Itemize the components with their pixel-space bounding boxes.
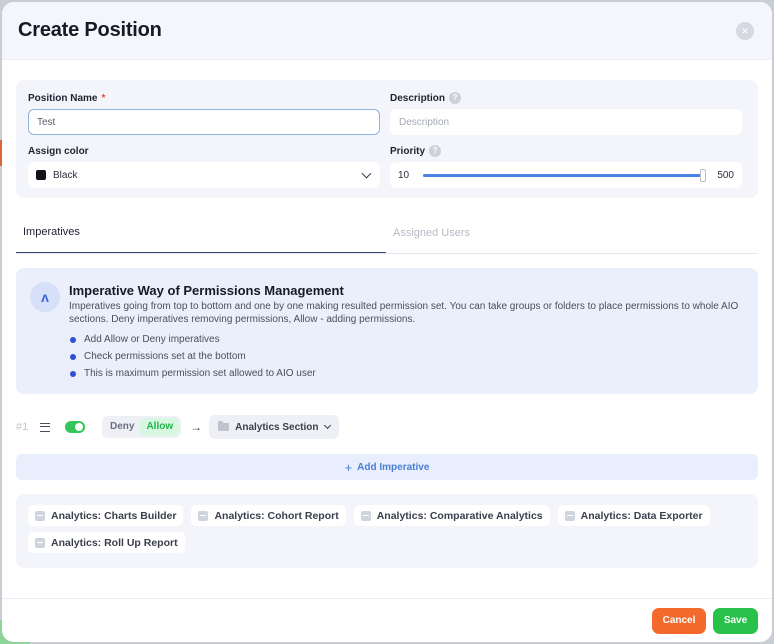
add-imperative-label: Add Imperative	[357, 461, 430, 473]
chevron-down-icon	[361, 168, 372, 179]
priority-slider-handle[interactable]	[700, 168, 707, 182]
drag-handle-icon[interactable]	[40, 422, 50, 432]
required-mark: *	[101, 92, 106, 104]
imperative-enabled-toggle[interactable]	[65, 421, 85, 433]
color-swatch	[36, 170, 46, 180]
position-name-label-text: Position Name	[28, 92, 98, 104]
priority-slider-box: 10 500	[390, 162, 742, 188]
help-icon[interactable]: ?	[429, 145, 442, 157]
permission-chip: Analytics: Comparative Analytics	[353, 505, 550, 526]
description-label: Description ?	[390, 92, 742, 104]
permission-chip: Analytics: Data Exporter	[557, 505, 710, 526]
permission-icon	[360, 510, 371, 521]
allow-option[interactable]: Allow	[140, 418, 180, 436]
assign-color-group: Assign color Black	[28, 145, 380, 188]
permission-label: Analytics: Data Exporter	[580, 509, 703, 522]
bullet-icon	[70, 353, 76, 360]
deny-allow-switch: Deny Allow	[102, 416, 182, 438]
permission-label: Analytics: Comparative Analytics	[376, 509, 543, 522]
list-item: Add Allow or Deny imperatives	[69, 331, 749, 348]
modal-footer: Cancel Save	[2, 598, 772, 642]
cancel-button[interactable]: Cancel	[652, 607, 706, 634]
modal-title: Create Position	[18, 19, 162, 41]
permission-label: Analytics: Charts Builder	[51, 509, 177, 522]
tab-assigned-users[interactable]: Assigned Users	[386, 212, 756, 253]
assign-color-select[interactable]: Black	[28, 162, 380, 188]
folder-icon	[218, 421, 230, 431]
bullet-icon	[70, 336, 76, 343]
assign-color-label-text: Assign color	[28, 145, 89, 157]
plus-icon: +	[344, 459, 353, 475]
list-item-text: This is maximum permission set allowed t…	[84, 368, 316, 379]
position-name-input[interactable]	[28, 109, 380, 135]
priority-label-text: Priority	[390, 145, 426, 157]
permission-label: Analytics: Roll Up Report	[51, 536, 178, 549]
modal-header: Create Position ×	[2, 2, 772, 60]
description-input[interactable]	[390, 109, 742, 135]
priority-slider[interactable]	[423, 168, 707, 182]
tab-bar: Imperatives Assigned Users	[16, 212, 758, 254]
position-name-label: Position Name *	[28, 92, 380, 104]
assign-color-value: Black	[53, 169, 78, 181]
assign-color-label: Assign color	[28, 145, 380, 157]
priority-max-label: 500	[717, 169, 734, 181]
permission-label: Analytics: Cohort Report	[214, 509, 339, 522]
imperative-row: #1 Deny Allow → Analytics Section	[16, 414, 758, 440]
permission-set: Analytics: Charts Builder Analytics: Coh…	[16, 494, 758, 568]
info-content: Imperative Way of Permissions Management…	[69, 282, 749, 382]
position-name-group: Position Name *	[28, 92, 380, 135]
section-select[interactable]: Analytics Section	[209, 415, 340, 439]
section-select-value: Analytics Section	[235, 421, 319, 433]
list-item-text: Add Allow or Deny imperatives	[84, 334, 220, 345]
arrow-right-icon: →	[190, 420, 203, 434]
permission-chip: Analytics: Roll Up Report	[28, 532, 185, 553]
close-icon[interactable]: ×	[736, 21, 754, 40]
imperatives-info-card: ʌ Imperative Way of Permissions Manageme…	[16, 268, 758, 394]
permissions-logo-icon: ʌ	[30, 282, 60, 312]
position-form: Position Name * Description ? Assign col…	[16, 80, 758, 198]
imperative-number: #1	[16, 421, 29, 433]
permission-icon	[564, 510, 575, 521]
permission-icon	[198, 510, 209, 521]
add-imperative-button[interactable]: + Add Imperative	[16, 454, 758, 480]
description-label-text: Description	[390, 92, 446, 104]
list-item: This is maximum permission set allowed t…	[69, 365, 749, 382]
info-description: Imperatives going from top to bottom and…	[69, 301, 739, 325]
info-bullet-list: Add Allow or Deny imperatives Check perm…	[69, 331, 749, 382]
bullet-icon	[70, 370, 76, 377]
list-item-text: Check permissions set at the bottom	[84, 351, 246, 362]
permission-icon	[35, 537, 45, 548]
description-group: Description ?	[390, 92, 742, 135]
priority-min-label: 10	[398, 169, 410, 181]
info-title: Imperative Way of Permissions Management	[69, 283, 344, 298]
priority-group: Priority ? 10 500	[390, 145, 742, 188]
create-position-modal: Create Position × Position Name * Descri…	[2, 2, 772, 642]
deny-option[interactable]: Deny	[104, 418, 140, 436]
priority-slider-fill	[423, 173, 704, 177]
help-icon[interactable]: ?	[449, 92, 462, 104]
permission-icon	[35, 510, 45, 521]
modal-body: Position Name * Description ? Assign col…	[2, 60, 772, 568]
list-item: Check permissions set at the bottom	[69, 348, 749, 365]
permission-chip: Analytics: Charts Builder	[28, 505, 184, 526]
chevron-down-icon	[324, 421, 332, 430]
permission-chip: Analytics: Cohort Report	[191, 505, 346, 526]
tab-imperatives[interactable]: Imperatives	[16, 212, 386, 253]
save-button[interactable]: Save	[713, 607, 758, 634]
priority-label: Priority ?	[390, 145, 742, 157]
